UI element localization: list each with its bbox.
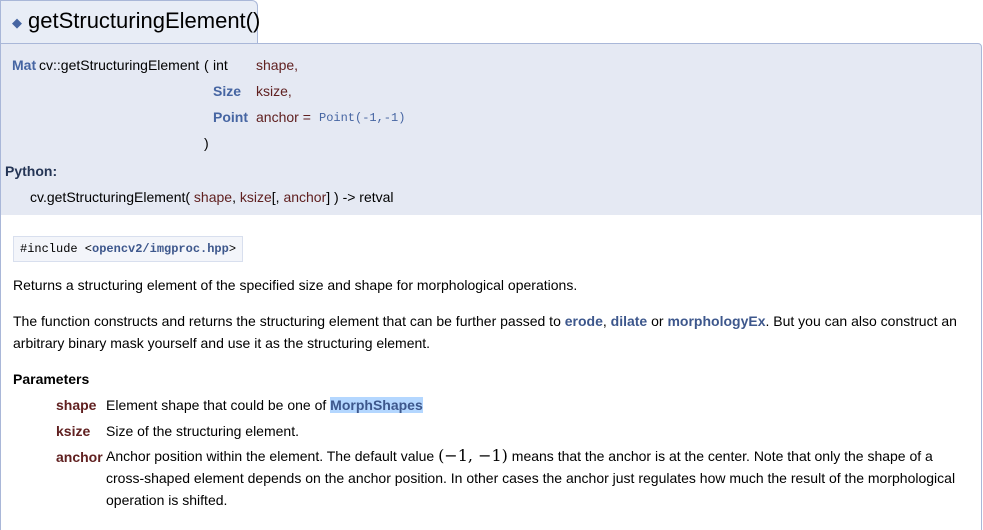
param-type-int: int (213, 57, 228, 73)
param-anchor-text-4: operation is shifted. (106, 492, 228, 508)
function-title-tab: ◆ getStructuringElement() (0, 0, 261, 44)
function-title: getStructuringElement() (28, 8, 261, 33)
detail-text-3: arbitrary binary mask yourself and use i… (13, 335, 431, 351)
detail-comma: , (602, 313, 611, 329)
detail-or: or (647, 313, 668, 329)
detail-text-2: . But you can also construct an (765, 313, 957, 329)
return-type-link[interactable]: Mat (12, 57, 36, 73)
param-anchor-text-3: cross-shaped element depends on the anch… (106, 470, 956, 486)
param-ksize-name: ksize (56, 423, 91, 439)
morphologyex-link[interactable]: morphologyEx (667, 313, 765, 329)
diamond-icon: ◆ (12, 15, 22, 30)
param-name-anchor: anchor = (256, 109, 311, 125)
param-anchor-desc: Anchor position within the element. The … (106, 445, 955, 511)
close-paren: ) (204, 135, 209, 151)
brief-description: Returns a structuring element of the spe… (13, 277, 578, 293)
param-name-shape: shape, (256, 57, 299, 73)
python-arg-shape: shape (193, 189, 233, 205)
param-anchor-text-2: means that the anchor is at the center. … (507, 448, 933, 464)
erode-link[interactable]: erode (565, 313, 603, 329)
include-file-link[interactable]: opencv2/imgproc.hpp (92, 242, 229, 256)
python-arg-ksize: ksize (239, 189, 272, 205)
param-type-point-link[interactable]: Point (213, 109, 248, 125)
include-line: #include <opencv2/imgproc.hpp> (13, 236, 244, 262)
param-anchor-text-1: Anchor position within the element. The … (106, 448, 439, 464)
param-shape-desc: Element shape that could be one of Morph… (106, 397, 423, 413)
python-sig-prefix: cv.getStructuringElement( (30, 189, 191, 205)
param-name-ksize: ksize, (256, 83, 292, 99)
morphshapes-link[interactable]: MorphShapes (330, 397, 423, 413)
detailed-description: The function constructs and returns the … (13, 310, 973, 354)
anchor-default-value: Point(-1,-1) (319, 111, 406, 125)
param-ksize-desc: Size of the structuring element. (106, 423, 299, 439)
param-anchor-name: anchor (56, 449, 103, 465)
param-shape-text: Element shape that could be one of (106, 397, 331, 413)
function-signature-name: cv::getStructuringElement (39, 57, 200, 73)
python-opt-close: ] ) -> retval (326, 189, 394, 205)
dilate-link[interactable]: dilate (611, 313, 648, 329)
python-arg-anchor: anchor (283, 189, 327, 205)
anchor-default-math: (−1, −1) (438, 446, 508, 465)
include-suffix: > (228, 242, 237, 256)
open-paren: ( (204, 57, 209, 73)
parameters-heading: Parameters (13, 371, 90, 387)
detail-text-1: The function constructs and returns the … (13, 313, 565, 329)
python-label: Python: (5, 163, 58, 179)
include-prefix: #include < (20, 242, 93, 256)
param-shape-name: shape (56, 397, 97, 413)
python-opt-open: [, (271, 189, 280, 205)
python-signature: cv.getStructuringElement( shape, ksize[,… (30, 189, 394, 205)
param-type-size-link[interactable]: Size (213, 83, 241, 99)
python-sep: , (232, 189, 236, 205)
